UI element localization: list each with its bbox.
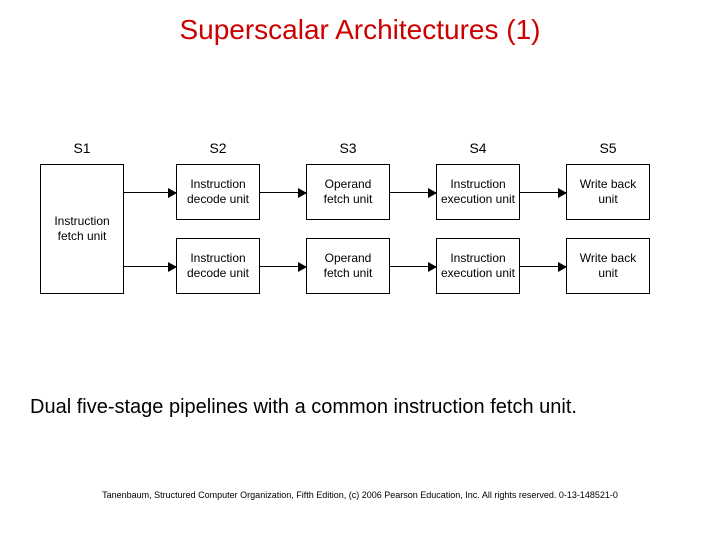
arrow-s4-s5-a [520,192,566,193]
box-execute-a: Instruction execution unit [436,164,520,220]
box-execute-b: Instruction execution unit [436,238,520,294]
figure-caption: Dual five-stage pipelines with a common … [30,396,577,419]
stage-label-s5: S5 [588,140,628,156]
page-title: Superscalar Architectures (1) [0,14,720,46]
arrow-s4-s5-b [520,266,566,267]
arrow-s2-s3-b [260,266,306,267]
stage-label-s1: S1 [62,140,102,156]
arrow-s2-s3-a [260,192,306,193]
arrow-s3-s4-a [390,192,436,193]
box-operand-b: Operand fetch unit [306,238,390,294]
stage-label-s2: S2 [198,140,238,156]
footer-credit: Tanenbaum, Structured Computer Organizat… [0,490,720,500]
box-writeback-b: Write back unit [566,238,650,294]
arrow-s1-s2-a [124,192,176,193]
box-writeback-a: Write back unit [566,164,650,220]
box-decode-b: Instruction decode unit [176,238,260,294]
pipeline-diagram: S1 S2 S3 S4 S5 Instruction fetch unit In… [40,140,680,340]
box-decode-a: Instruction decode unit [176,164,260,220]
box-operand-a: Operand fetch unit [306,164,390,220]
stage-label-s3: S3 [328,140,368,156]
arrow-s3-s4-b [390,266,436,267]
box-instruction-fetch: Instruction fetch unit [40,164,124,294]
stage-label-s4: S4 [458,140,498,156]
arrow-s1-s2-b [124,266,176,267]
